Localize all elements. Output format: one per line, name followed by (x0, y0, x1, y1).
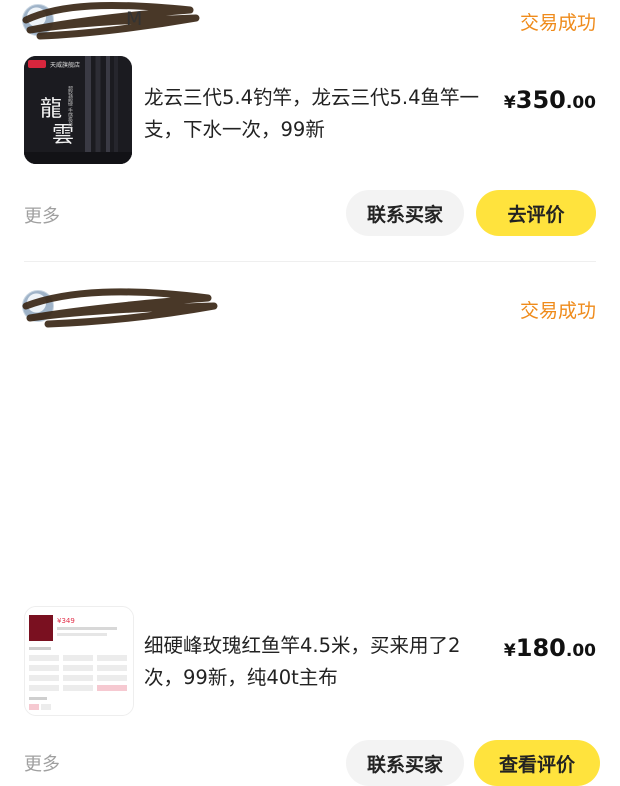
product-description: 细硬峰玫瑰红鱼竿4.5米，买来用了2次，99新，纯40t主布 (144, 634, 461, 689)
order-price: ¥180.00 (504, 634, 596, 662)
more-link[interactable]: 更多 (24, 750, 60, 776)
fishing-rod-image: 天威旗舰店 龍 雲 超轻超硬 手感极佳 (24, 56, 132, 164)
rate-button[interactable]: 去评价 (476, 190, 596, 236)
price-decimal: .00 (565, 641, 596, 661)
product-screenshot-image: ¥349 (25, 607, 133, 715)
order-status: 交易成功 (519, 300, 596, 322)
product-thumbnail[interactable]: ¥349 (24, 606, 134, 716)
price-integer: 180 (515, 634, 566, 662)
shop-badge: 天威旗舰店 (50, 61, 80, 69)
calligraphy-char-1: 龍 (40, 97, 62, 122)
thumb-price: ¥349 (57, 617, 75, 625)
more-link[interactable]: 更多 (24, 202, 60, 228)
redaction-scribble (22, 288, 218, 328)
order-card: 交易成功 ¥349 细硬峰玫瑰红鱼竿4.5米，买来用了2次，99新，纯40t主布… (0, 262, 620, 786)
view-review-button[interactable]: 查看评价 (474, 740, 600, 786)
order-price: ¥350.00 (504, 86, 596, 114)
price-currency: ¥ (503, 641, 516, 661)
contact-buyer-button[interactable]: 联系买家 (346, 190, 464, 236)
product-thumbnail[interactable]: 天威旗舰店 龍 雲 超轻超硬 手感极佳 (24, 56, 132, 164)
price-integer: 350 (515, 86, 566, 114)
product-description: 龙云三代5.4钓竿，龙云三代5.4鱼竿一支，下水一次，99新 (144, 86, 480, 141)
contact-buyer-button[interactable]: 联系买家 (346, 740, 464, 786)
order-card: M 交易成功 天威旗舰店 龍 雲 超轻超硬 手感极佳 龙云三代5.4钓竿，龙云三… (0, 0, 620, 262)
buyer-name: M (126, 8, 143, 30)
side-caption: 超轻超硬 手感极佳 (67, 85, 73, 128)
price-currency: ¥ (503, 93, 516, 113)
order-status: 交易成功 (519, 12, 596, 34)
price-decimal: .00 (565, 93, 596, 113)
redaction-scribble (22, 1, 200, 40)
